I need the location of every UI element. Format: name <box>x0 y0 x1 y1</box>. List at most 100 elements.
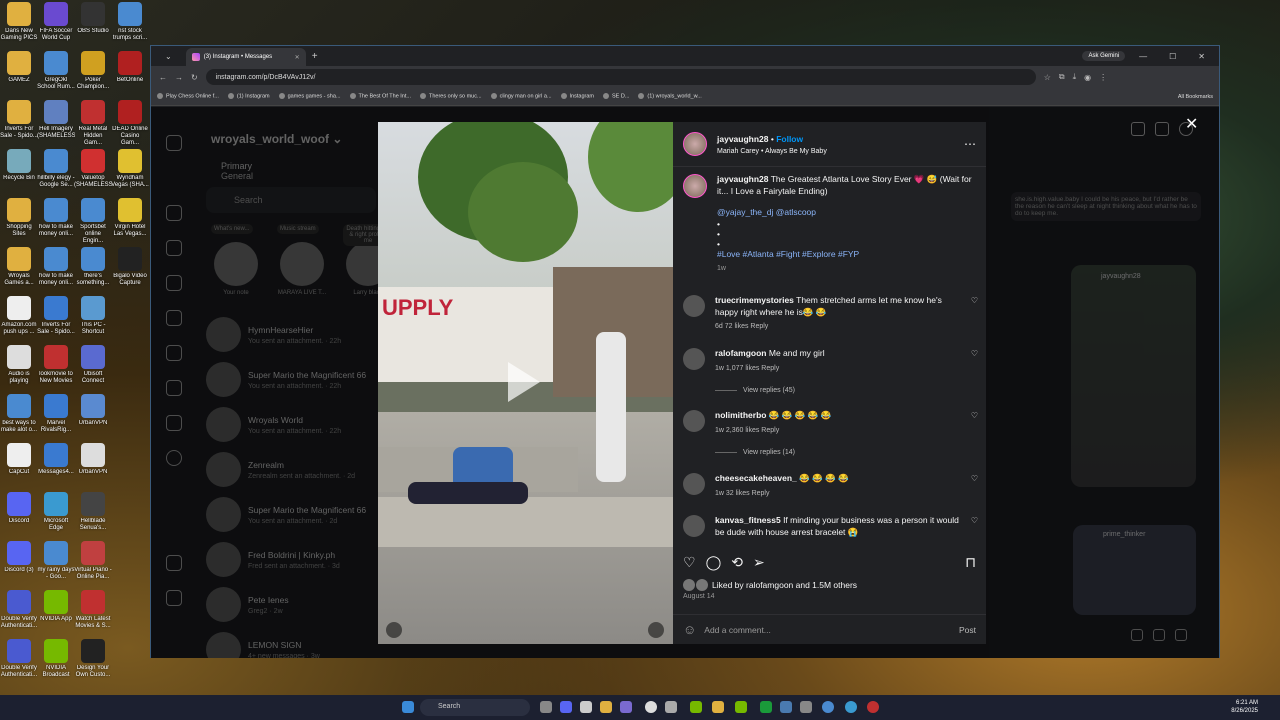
post-comment-button[interactable]: Post <box>959 625 976 635</box>
follow-button[interactable]: Follow <box>776 134 803 144</box>
minimize-icon[interactable]: — <box>1131 52 1155 61</box>
desktop-icon[interactable]: Wyndham Vegas (SHA... <box>111 149 149 197</box>
desktop-icon[interactable]: Poker Champion... <box>74 51 112 99</box>
bookmark-item[interactable]: clingy man on girl a... <box>490 93 552 100</box>
desktop-icon[interactable]: nst stock trumps scri... <box>111 2 149 50</box>
desktop-icon[interactable]: Watch Latest Movies & S... <box>74 590 112 638</box>
app-taskbar-icon[interactable] <box>735 701 747 713</box>
desktop-icon[interactable]: UrbanVPN <box>74 394 112 442</box>
desktop-icon[interactable]: Double Verify Authenticati... <box>0 590 38 638</box>
desktop-icon[interactable]: Messages4... <box>37 443 75 491</box>
desktop-icon[interactable]: Virgin Hotel Las Vegas... <box>111 198 149 246</box>
desktop-icon[interactable]: NVIDIA Broadcast <box>37 639 75 687</box>
desktop-icon[interactable]: Double Verify Authenticati... <box>0 639 38 687</box>
bookmark-item[interactable]: The Best Of The Int... <box>349 93 411 100</box>
comment-meta[interactable]: 1w 32 likes Reply <box>715 488 965 500</box>
nvidia-taskbar-icon[interactable] <box>690 701 702 713</box>
caption-avatar[interactable] <box>683 174 707 198</box>
commenter-avatar[interactable] <box>683 348 705 370</box>
desktop-icon[interactable]: Amazon.com push ups ... <box>0 296 38 344</box>
desktop-icon[interactable]: Design Your Own Custo... <box>74 639 112 687</box>
tab-search-icon[interactable]: ⌄ <box>157 52 180 61</box>
author-username[interactable]: jayvaughn28 <box>717 134 769 144</box>
desktop-icon[interactable]: OBS Studio <box>74 2 112 50</box>
play-icon[interactable] <box>508 362 540 402</box>
desktop-icon[interactable]: Wroyals Games a... <box>0 247 38 295</box>
steam-taskbar-icon[interactable] <box>780 701 792 713</box>
user-tag-icon[interactable] <box>386 622 402 638</box>
download-icon[interactable]: ⤓ <box>1073 72 1077 82</box>
profile-icon[interactable]: ◉ <box>1084 73 1091 82</box>
add-comment-input[interactable]: Add a comment... <box>704 625 771 635</box>
app-taskbar-icon[interactable] <box>665 701 677 713</box>
app-taskbar-icon[interactable] <box>620 701 632 713</box>
taskbar-search[interactable]: Search <box>420 699 530 716</box>
desktop-icon[interactable]: Discord <box>0 492 38 540</box>
desktop-icon[interactable]: Sportsbet online Engin... <box>74 198 112 246</box>
repost-icon[interactable]: ⟲ <box>731 554 743 571</box>
save-icon[interactable]: ⊓ <box>965 554 976 571</box>
close-window-icon[interactable]: ✕ <box>1190 52 1213 61</box>
app-taskbar-icon[interactable] <box>712 701 724 713</box>
desktop-icon[interactable]: NVIDIA App <box>37 590 75 638</box>
desktop-icon[interactable]: GAMEZ <box>0 51 38 99</box>
task-view-icon[interactable] <box>540 701 552 713</box>
desktop-icon[interactable]: Virtual Piano - Online Pia... <box>74 541 112 589</box>
desktop-icon[interactable]: CapCut <box>0 443 38 491</box>
desktop-icon[interactable]: DEAD Online Casino Gam... <box>111 100 149 148</box>
comment-like-icon[interactable]: ♡ <box>971 515 978 538</box>
start-icon[interactable] <box>402 701 414 713</box>
desktop-icon[interactable]: Valuetop (SHAMELESS) <box>74 149 112 197</box>
tab-instagram[interactable]: (3) Instagram • Messages ✕ <box>185 48 306 66</box>
commenter-username[interactable]: nolimitherbo <box>715 410 766 420</box>
comment-like-icon[interactable]: ♡ <box>971 473 978 499</box>
url-input[interactable]: instagram.com/p/DcB4VAvJ12v/ <box>205 69 1036 85</box>
back-icon[interactable]: ← <box>159 73 167 82</box>
caption-hashtags[interactable]: #Love #Atlanta #Fight #Explore #FYP <box>717 249 978 261</box>
commenter-avatar[interactable] <box>683 295 705 317</box>
maximize-icon[interactable]: ☐ <box>1161 52 1184 61</box>
discord-taskbar-icon[interactable] <box>560 701 572 713</box>
commenter-avatar[interactable] <box>683 410 705 432</box>
more-options-icon[interactable]: ⋯ <box>964 137 976 151</box>
caption-mentions[interactable]: @yajay_the_dj @atlscoop <box>717 207 978 219</box>
bookmark-item[interactable]: (1) Instagram <box>227 93 270 100</box>
desktop-icon[interactable]: BetOnline <box>111 51 149 99</box>
author-avatar[interactable] <box>683 132 707 156</box>
mute-icon[interactable] <box>648 622 664 638</box>
emoji-icon[interactable]: ☺ <box>683 622 696 637</box>
view-replies-button[interactable]: View replies (45) <box>715 385 965 397</box>
share-icon[interactable]: ➢ <box>753 554 765 571</box>
bookmark-item[interactable]: Play Chess Online f... <box>157 93 219 100</box>
desktop-icon[interactable]: lookmovie to New Movies <box>37 345 75 393</box>
capcut-taskbar-icon[interactable] <box>580 701 592 713</box>
desktop-icon[interactable]: FIFA Soccer World Cup <box>37 2 75 50</box>
comment-meta[interactable]: 1w 1,077 likes Reply <box>715 363 965 375</box>
commenter-username[interactable]: cheesecakeheaven_ <box>715 473 797 483</box>
reload-icon[interactable]: ↻ <box>191 73 198 82</box>
comment-like-icon[interactable]: ♡ <box>971 295 978 333</box>
likes-summary[interactable]: Liked by ralofamgoon and 1.5M others <box>683 579 857 591</box>
app-taskbar-icon[interactable] <box>645 701 657 713</box>
all-bookmarks-button[interactable]: All Bookmarks <box>1178 94 1213 100</box>
desktop-icon[interactable]: Shopping Sites <box>0 198 38 246</box>
desktop-icon[interactable]: Inverts For Sale - Spido... <box>0 100 38 148</box>
new-tab-button[interactable]: + <box>312 51 318 62</box>
edge-taskbar-icon[interactable] <box>845 701 857 713</box>
bookmark-star-icon[interactable]: ☆ <box>1044 73 1051 82</box>
desktop-icon[interactable]: best ways to make alot o... <box>0 394 38 442</box>
desktop-icon[interactable]: how to make money onli... <box>37 247 75 295</box>
comment-icon[interactable]: ◯ <box>706 554 722 571</box>
app-taskbar-icon[interactable] <box>760 701 772 713</box>
desktop-icon[interactable]: UrbanVPN <box>74 443 112 491</box>
file-explorer-icon[interactable] <box>600 701 612 713</box>
like-icon[interactable]: ♡ <box>683 554 696 571</box>
desktop-icon[interactable]: Discord (3) <box>0 541 38 589</box>
desktop-icon[interactable]: Hellblade Senua's... <box>74 492 112 540</box>
desktop-icon[interactable]: hillbilly elegy - Google Se... <box>37 149 75 197</box>
forward-icon[interactable]: → <box>175 73 183 82</box>
bookmark-item[interactable]: SE D... <box>603 93 629 100</box>
desktop-icon[interactable]: Microsoft Edge <box>37 492 75 540</box>
comment-like-icon[interactable]: ♡ <box>971 410 978 459</box>
caption-author[interactable]: jayvaughn28 <box>717 174 769 184</box>
